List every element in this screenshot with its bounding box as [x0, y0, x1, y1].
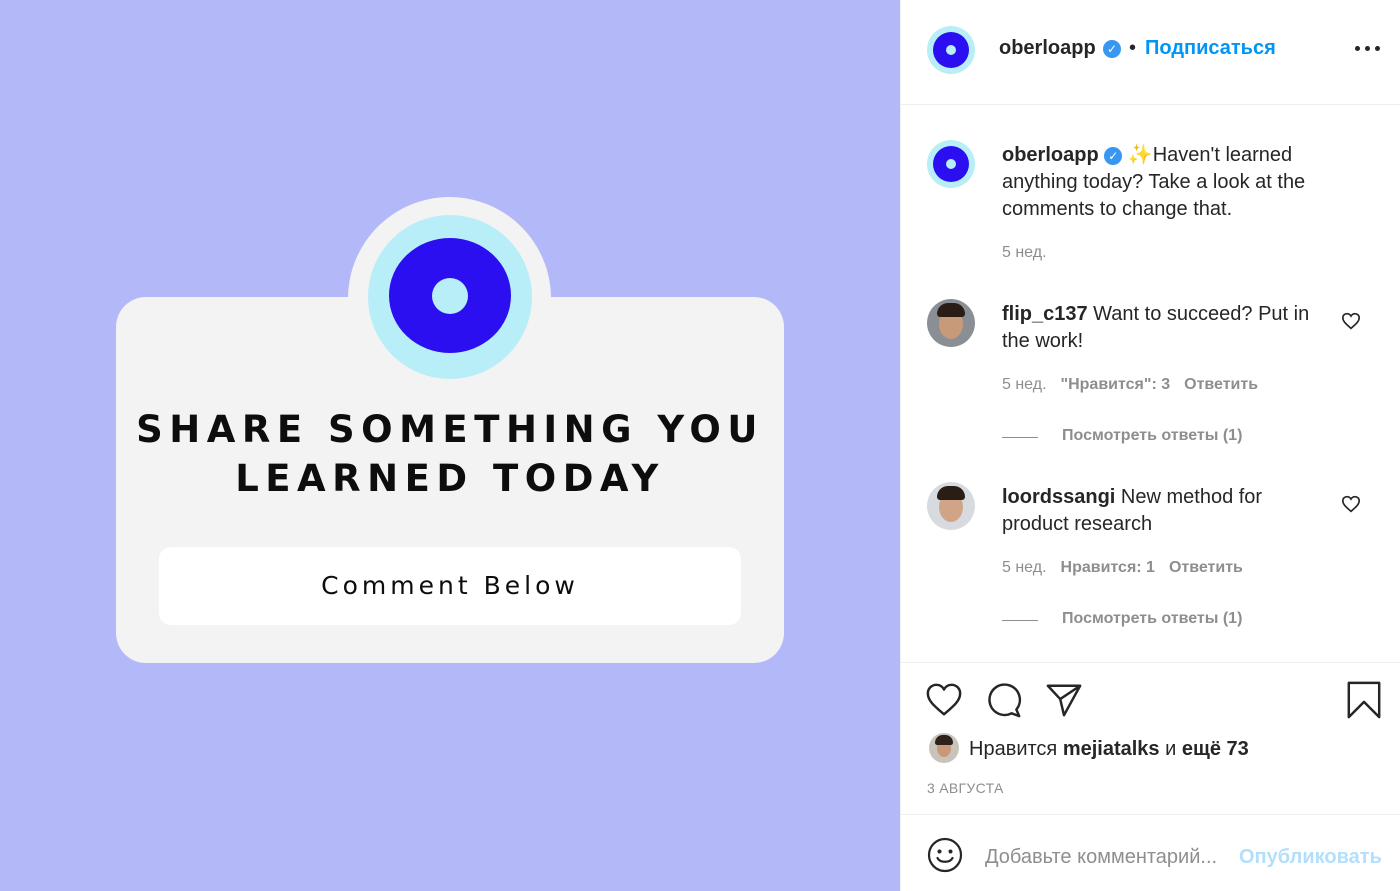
comment-text: loordssangi New method for product resea… [1002, 484, 1332, 538]
reply-button[interactable]: Ответить [1184, 376, 1258, 393]
likes-prefix: Нравится [969, 738, 1058, 760]
author-username[interactable]: oberloapp [999, 37, 1096, 60]
comment-likes[interactable]: "Нравится": 3 [1061, 376, 1171, 393]
comment-username[interactable]: loordssangi [1002, 486, 1115, 508]
replies-divider [1002, 437, 1038, 438]
comment-form: Опубликовать [901, 815, 1400, 891]
emoji-smile-icon[interactable] [927, 837, 963, 873]
like-comment-heart-icon[interactable] [1341, 495, 1361, 513]
post-image[interactable]: SHARE SOMETHING YOU LEARNED TODAY Commen… [0, 0, 900, 891]
save-bookmark-icon[interactable] [1345, 681, 1383, 719]
post-date[interactable]: 3 АВГУСТА [927, 780, 1004, 796]
comment-time[interactable]: 5 нед. [1002, 559, 1047, 576]
oberlo-logo-center [432, 278, 468, 314]
author-avatar[interactable] [927, 26, 975, 74]
like-comment-heart-icon[interactable] [1341, 312, 1361, 330]
comment-time[interactable]: 5 нед. [1002, 376, 1047, 393]
liker-avatar[interactable] [929, 733, 959, 763]
comment-below-graphic: Comment Below [159, 547, 741, 625]
post-headline-line2: LEARNED TODAY [235, 457, 665, 500]
comment-meta: 5 нед. "Нравится": 3 Ответить [1002, 376, 1258, 394]
reply-button[interactable]: Ответить [1169, 559, 1243, 576]
share-paper-plane-icon[interactable] [1045, 681, 1083, 719]
caption-time[interactable]: 5 нед. [1002, 244, 1047, 262]
liker-username[interactable]: mejiatalks [1063, 738, 1160, 760]
post-actions: Нравится mejiatalks и ещё 73 3 АВГУСТА [901, 662, 1400, 815]
comment-meta: 5 нед. Нравится: 1 Ответить [1002, 559, 1243, 577]
verified-badge-icon: ✓ [1104, 146, 1123, 165]
comment-username[interactable]: flip_c137 [1002, 303, 1088, 325]
post-sidebar: oberloapp ✓ • Подписаться oberloapp ✓ ✨H… [900, 0, 1400, 891]
more-options-icon[interactable] [1355, 46, 1381, 52]
comment-bubble-icon[interactable] [985, 681, 1023, 719]
publish-button[interactable]: Опубликовать [1239, 846, 1382, 869]
replies-divider [1002, 620, 1038, 621]
post-header: oberloapp ✓ • Подписаться [901, 0, 1400, 105]
like-heart-icon[interactable] [925, 681, 963, 719]
post-headline: SHARE SOMETHING YOU LEARNED TODAY [116, 405, 784, 503]
caption-avatar[interactable] [927, 140, 975, 188]
likes-summary: Нравится mejiatalks и ещё 73 [969, 738, 1249, 761]
likes-conjunction: и [1165, 738, 1177, 760]
likes-count-link[interactable]: ещё 73 [1182, 738, 1249, 760]
view-replies-button[interactable]: Посмотреть ответы (1) [1062, 427, 1242, 445]
comment-input[interactable] [985, 842, 1235, 872]
caption-username[interactable]: oberloapp [1002, 144, 1099, 166]
view-replies-button[interactable]: Посмотреть ответы (1) [1062, 610, 1242, 628]
separator-dot: • [1129, 37, 1137, 59]
comment-text: flip_c137 Want to succeed? Put in the wo… [1002, 301, 1332, 355]
caption-text: oberloapp ✓ ✨Haven't learned anything to… [1002, 142, 1332, 223]
verified-badge-icon: ✓ [1103, 40, 1121, 58]
comment-avatar[interactable] [927, 299, 975, 347]
sparkles-emoji: ✨ [1127, 144, 1153, 166]
comment-likes[interactable]: Нравится: 1 [1061, 559, 1155, 576]
comment-avatar[interactable] [927, 482, 975, 530]
post-headline-line1: SHARE SOMETHING YOU [136, 408, 764, 451]
follow-button[interactable]: Подписаться [1145, 37, 1276, 60]
